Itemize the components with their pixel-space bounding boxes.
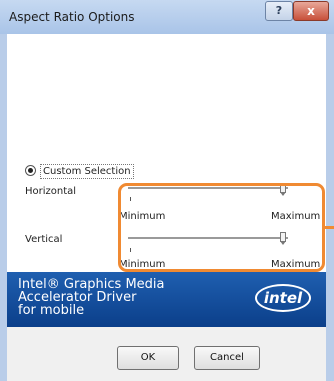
slider-highlight-box <box>118 183 325 272</box>
ok-button[interactable]: OK <box>117 346 179 370</box>
cancel-button[interactable]: Cancel <box>194 346 260 370</box>
window-frame-left <box>0 34 7 381</box>
intel-logo-icon: intel <box>255 284 311 312</box>
custom-selection-label[interactable]: Custom Selection <box>40 164 134 179</box>
custom-selection-radio[interactable] <box>25 165 36 176</box>
title-bar: Aspect Ratio Options ? x <box>0 0 334 35</box>
window-title: Aspect Ratio Options <box>9 10 135 24</box>
close-button[interactable]: x <box>293 1 329 21</box>
banner-product-name: Intel® Graphics Media Accelerator Driver… <box>18 277 165 318</box>
aspect-ratio-dialog: Aspect Ratio Options ? x Custom Selectio… <box>0 0 334 381</box>
window-frame-right <box>326 34 334 381</box>
highlight-callout-line <box>325 226 334 229</box>
horizontal-label: Horizontal <box>25 186 77 197</box>
vertical-label: Vertical <box>25 234 63 245</box>
help-button[interactable]: ? <box>265 1 293 21</box>
